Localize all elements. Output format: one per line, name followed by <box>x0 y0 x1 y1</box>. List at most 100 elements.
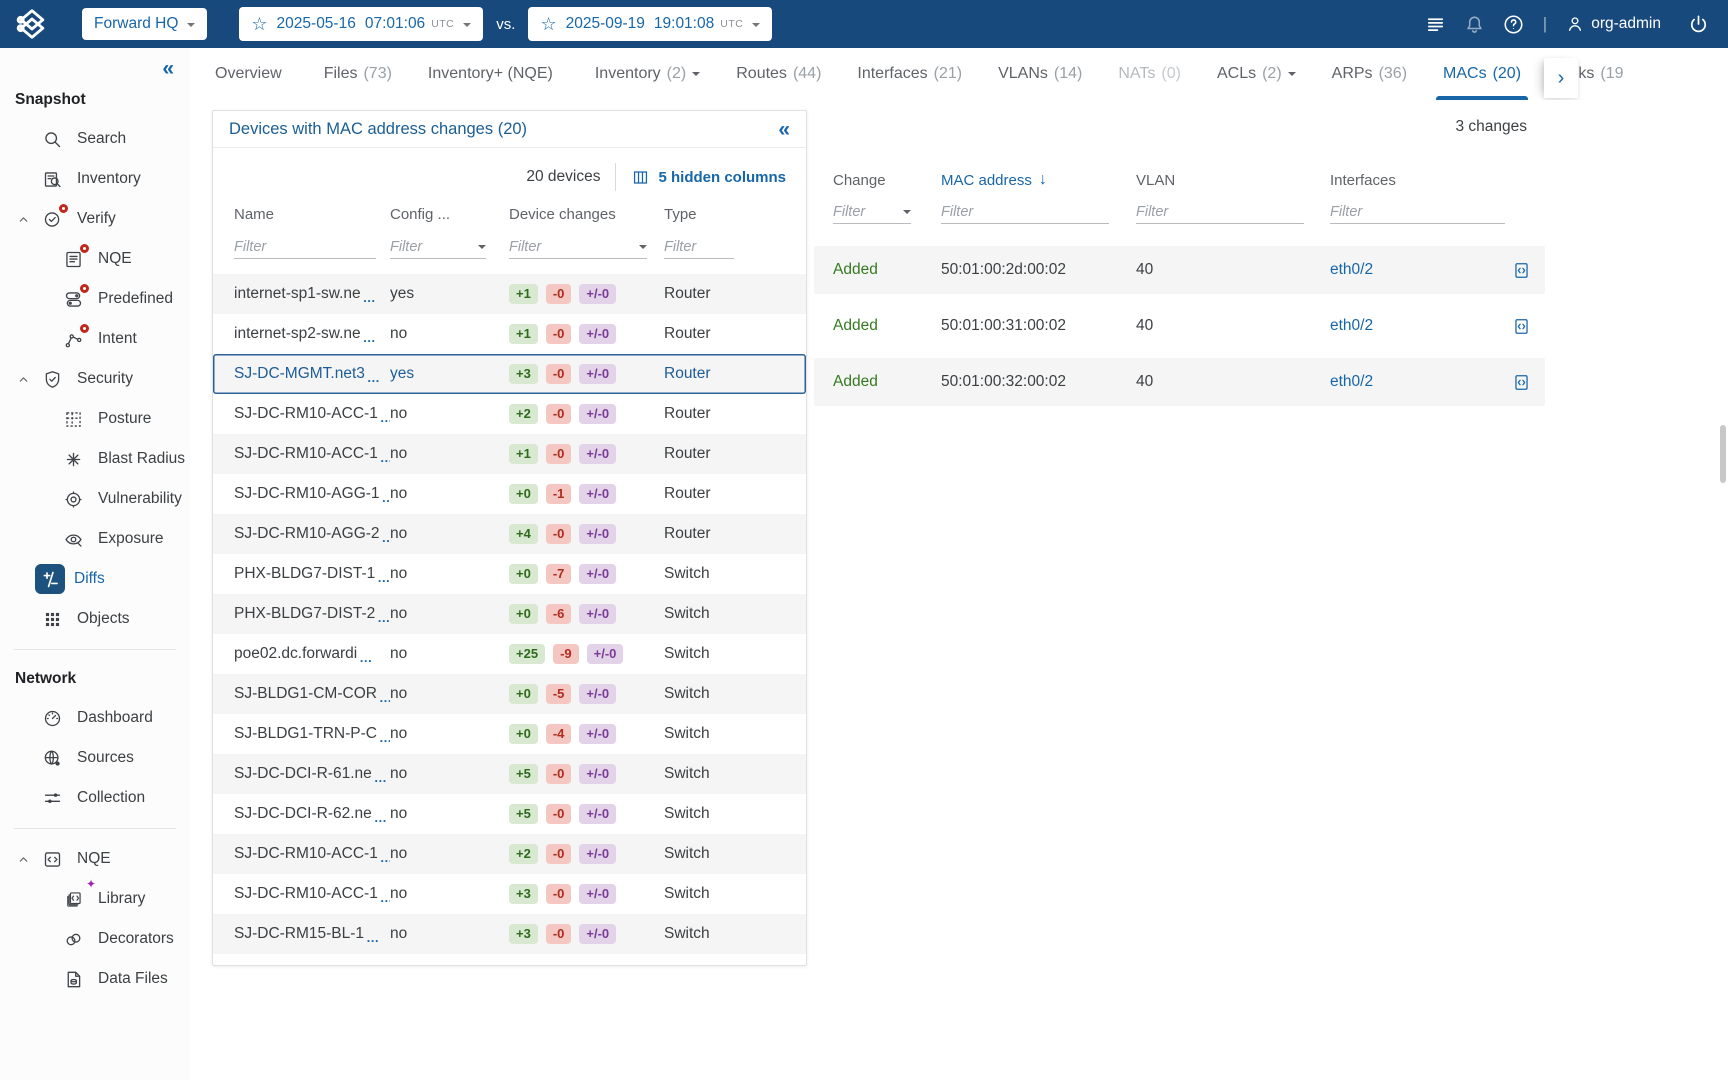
column-header-type[interactable]: Type <box>664 206 794 223</box>
network-selector[interactable]: Forward HQ <box>82 8 208 40</box>
mac-filter-input[interactable] <box>941 204 1109 220</box>
sidebar-item-posture[interactable]: ✦ Posture <box>0 399 190 439</box>
tab-macs[interactable]: MACs (20) <box>1436 48 1529 100</box>
sidebar-item-exposure[interactable]: ✦ Exposure <box>0 519 190 559</box>
star-icon[interactable]: ☆ <box>251 15 267 33</box>
star-icon[interactable]: ☆ <box>540 15 556 33</box>
hidden-columns-button[interactable]: 5 hidden columns <box>631 168 786 187</box>
device-row-sj-dc-rm10-acc-1[interactable]: SJ-DC-RM10-ACC-1… no +2 -0 +/-0 Switch <box>213 834 806 874</box>
chevron-down-icon[interactable] <box>478 245 486 253</box>
truncation-ellipsis[interactable]: … <box>382 530 390 543</box>
sidebar-item-diffs[interactable]: ✦ Diffs <box>0 559 190 599</box>
device-row-phx-bldg7-dist-2[interactable]: PHX-BLDG7-DIST-2… no +0 -6 +/-0 Switch <box>213 594 806 634</box>
truncation-ellipsis[interactable]: … <box>377 610 390 623</box>
notifications-bell-icon[interactable] <box>1463 13 1486 36</box>
chevron-up-icon[interactable] <box>17 213 30 226</box>
truncation-ellipsis[interactable]: … <box>363 330 377 343</box>
sidebar-item-intent[interactable]: ✦ Intent <box>0 319 190 359</box>
tab-interfaces[interactable]: Interfaces (21) <box>857 48 962 100</box>
device-row-sj-bldg1-cm-cor[interactable]: SJ-BLDG1-CM-COR… no +0 -5 +/-0 Switch <box>213 674 806 714</box>
sidebar-item-search[interactable]: ✦ Search <box>0 119 190 159</box>
device-row-sj-dc-mgmt-net3[interactable]: SJ-DC-MGMT.net3… yes +3 -0 +/-0 Router <box>213 354 806 394</box>
sidebar-item-library[interactable]: ✦ Library <box>0 877 190 919</box>
column-header-interfaces[interactable]: Interfaces <box>1330 172 1489 189</box>
truncation-ellipsis[interactable]: … <box>374 770 388 783</box>
device-row-sj-dc-rm10-agg-2[interactable]: SJ-DC-RM10-AGG-2… no +4 -0 +/-0 Router <box>213 514 806 554</box>
device-changes-filter-input[interactable] <box>509 239 639 255</box>
tab-nats[interactable]: NATs (0) <box>1118 48 1181 100</box>
tab-arps[interactable]: ARPs (36) <box>1332 48 1407 100</box>
forward-networks-logo-icon[interactable] <box>12 4 52 44</box>
scrollbar-thumb[interactable] <box>1720 425 1726 483</box>
truncation-ellipsis[interactable]: … <box>379 730 390 743</box>
truncation-ellipsis[interactable]: … <box>366 930 380 943</box>
task-list-icon[interactable] <box>1424 13 1447 36</box>
sidebar-item-security[interactable]: ✦ Security <box>0 359 190 399</box>
truncation-ellipsis[interactable]: … <box>363 290 377 303</box>
change-filter-input[interactable] <box>833 204 903 220</box>
tab-routes[interactable]: Routes (44) <box>736 48 821 100</box>
device-row-sj-dc-dci-r-62-ne[interactable]: SJ-DC-DCI-R-62.ne… no +5 -0 +/-0 Switch <box>213 794 806 834</box>
interface-link[interactable]: eth0/2 <box>1330 317 1489 335</box>
truncation-ellipsis[interactable]: … <box>359 650 373 663</box>
config-snippet-icon[interactable] <box>1512 373 1531 392</box>
truncation-ellipsis[interactable]: … <box>379 690 390 703</box>
device-row-sj-dc-rm10-agg-1[interactable]: SJ-DC-RM10-AGG-1… no +0 -1 +/-0 Router <box>213 474 806 514</box>
device-row-poe02-dc-forwardi[interactable]: poe02.dc.forwardi… no +25 -9 +/-0 Switch <box>213 634 806 674</box>
device-row-sj-dc-rm10-acc-1[interactable]: SJ-DC-RM10-ACC-1… no +1 -0 +/-0 Router <box>213 434 806 474</box>
type-filter-input[interactable] <box>664 239 734 255</box>
device-row-phx-bldg7-dist-1[interactable]: PHX-BLDG7-DIST-1… no +0 -7 +/-0 Switch <box>213 554 806 594</box>
sidebar-item-nqe[interactable]: ✦ NQE <box>0 839 190 879</box>
truncation-ellipsis[interactable]: … <box>377 570 390 583</box>
device-row-internet-sp2-sw-ne[interactable]: internet-sp2-sw.ne… no +1 -0 +/-0 Router <box>213 314 806 354</box>
vlan-filter-input[interactable] <box>1136 204 1304 220</box>
column-header-device-changes[interactable]: Device changes <box>509 206 664 223</box>
sidebar-item-data-files[interactable]: ✦ Data Files <box>0 959 190 999</box>
device-row-sj-dc-rm10-acc-1[interactable]: SJ-DC-RM10-ACC-1… no +3 -0 +/-0 Switch <box>213 874 806 914</box>
sidebar-item-inventory[interactable]: ✦ Inventory <box>0 159 190 199</box>
column-header-vlan[interactable]: VLAN <box>1136 172 1330 189</box>
snapshot-a-selector[interactable]: ☆ 2025-05-16 07:01:06 UTC <box>239 7 484 41</box>
device-row-sj-dc-rm15-bl-1[interactable]: SJ-DC-RM15-BL-1… no +3 -0 +/-0 Switch <box>213 914 806 954</box>
snapshot-b-selector[interactable]: ☆ 2025-09-19 19:01:08 UTC <box>528 7 773 41</box>
tab-scroll-right-button[interactable]: › <box>1544 58 1578 98</box>
truncation-ellipsis[interactable]: … <box>380 890 390 903</box>
sidebar-item-dashboard[interactable]: ✦ Dashboard <box>0 698 190 738</box>
help-icon[interactable] <box>1502 13 1525 36</box>
config-filter-input[interactable] <box>390 239 478 255</box>
mac-change-row-50-01-00-31-00-02[interactable]: Added 50:01:00:31:00:02 40 eth0/2 <box>814 302 1545 350</box>
column-header-change[interactable]: Change <box>833 172 941 189</box>
column-header-name[interactable]: Name <box>234 206 390 223</box>
chevron-down-icon[interactable] <box>903 210 911 218</box>
sidebar-item-verify[interactable]: ✦ Verify <box>0 199 190 239</box>
sidebar-item-vulnerability[interactable]: ✦ Vulnerability <box>0 479 190 519</box>
mac-change-row-50-01-00-2d-00-02[interactable]: Added 50:01:00:2d:00:02 40 eth0/2 <box>814 246 1545 294</box>
sidebar-item-sources[interactable]: ✦ Sources <box>0 738 190 778</box>
column-header-mac-address[interactable]: MAC address ↓ <box>941 171 1136 189</box>
device-row-sj-bldg1-trn-p-c[interactable]: SJ-BLDG1-TRN-P-C… no +0 -4 +/-0 Switch <box>213 714 806 754</box>
sidebar-item-nqe[interactable]: ✦ NQE <box>0 239 190 279</box>
truncation-ellipsis[interactable]: … <box>380 850 390 863</box>
chevron-up-icon[interactable] <box>17 853 30 866</box>
truncation-ellipsis[interactable]: … <box>374 810 388 823</box>
sidebar-item-objects[interactable]: ✦ Objects <box>0 599 190 639</box>
tab-vlans[interactable]: VLANs (14) <box>998 48 1082 100</box>
device-row-internet-sp1-sw-ne[interactable]: internet-sp1-sw.ne… yes +1 -0 +/-0 Route… <box>213 274 806 314</box>
sidebar-item-collection[interactable]: ✦ Collection <box>0 778 190 818</box>
truncation-ellipsis[interactable]: … <box>382 490 390 503</box>
truncation-ellipsis[interactable]: … <box>380 410 390 423</box>
sidebar-item-predefined[interactable]: ✦ Predefined <box>0 279 190 319</box>
interfaces-filter-input[interactable] <box>1330 204 1505 220</box>
sidebar-item-decorators[interactable]: ✦ Decorators <box>0 919 190 959</box>
tab-files[interactable]: Files (73) <box>324 48 392 100</box>
tab-acls[interactable]: ACLs (2) <box>1217 48 1296 100</box>
config-snippet-icon[interactable] <box>1512 261 1531 280</box>
device-row-sj-dc-rm10-acc-1[interactable]: SJ-DC-RM10-ACC-1… no +2 -0 +/-0 Router <box>213 394 806 434</box>
interface-link[interactable]: eth0/2 <box>1330 261 1489 279</box>
sidebar-item-blast-radius[interactable]: ✦ Blast Radius <box>0 439 190 479</box>
logout-power-icon[interactable] <box>1687 13 1710 36</box>
mac-change-row-50-01-00-32-00-02[interactable]: Added 50:01:00:32:00:02 40 eth0/2 <box>814 358 1545 406</box>
user-menu[interactable]: org-admin <box>1565 14 1661 34</box>
config-snippet-icon[interactable] <box>1512 317 1531 336</box>
chevron-up-icon[interactable] <box>17 373 30 386</box>
